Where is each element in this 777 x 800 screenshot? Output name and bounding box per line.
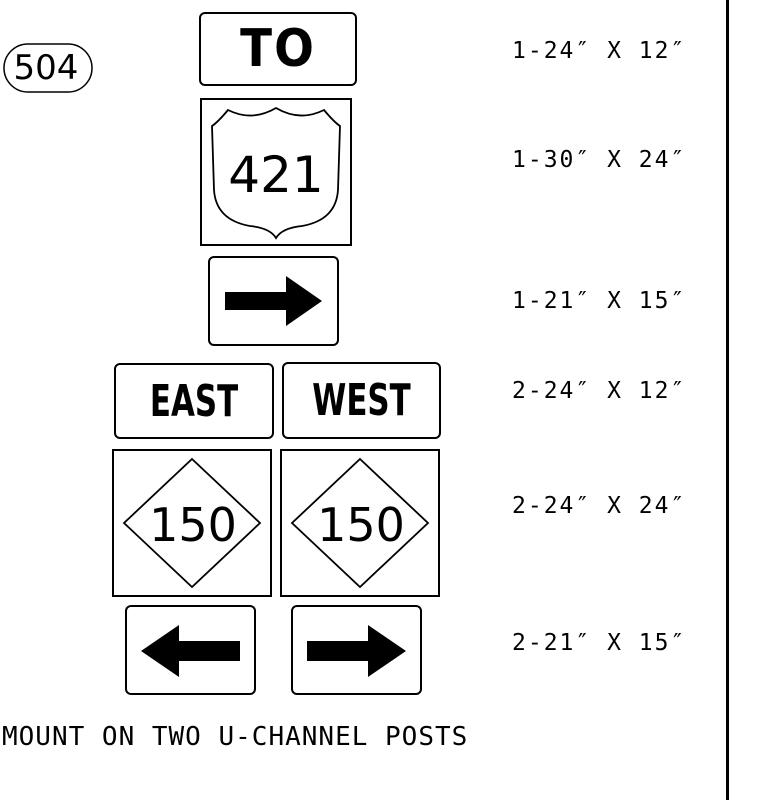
right-arrow-sign	[291, 605, 422, 695]
east-plaque-text: EAST	[149, 375, 239, 427]
size-label-direction-plaques: 2-24″ X 12″	[512, 378, 687, 404]
nc-route-marker-right: 150	[280, 449, 440, 597]
west-plaque-text: WEST	[312, 375, 411, 426]
arrow-right-icon	[307, 625, 406, 677]
arrow-left-icon	[141, 625, 240, 677]
left-arrow-sign	[125, 605, 256, 695]
nc-route-marker-left: 150	[112, 449, 272, 597]
size-label-to-plaque: 1-24″ X 12″	[512, 38, 687, 64]
us-route-shield-sign: 421	[200, 98, 352, 246]
size-label-nc-markers: 2-24″ X 24″	[512, 493, 687, 519]
size-label-single-arrow: 1-21″ X 15″	[512, 288, 687, 314]
us-shield-icon: 421	[211, 106, 341, 240]
west-plaque-sign: WEST	[282, 362, 441, 439]
to-plaque-sign: TO	[199, 12, 357, 86]
mounting-note: MOUNT ON TWO U-CHANNEL POSTS	[2, 722, 469, 752]
east-plaque-sign: EAST	[114, 363, 274, 439]
nc-marker-left-route-number: 150	[149, 498, 237, 552]
us-shield-route-number: 421	[228, 146, 323, 204]
nc-marker-right-route-number: 150	[317, 498, 405, 552]
single-arrow-sign	[208, 256, 339, 346]
diamond-icon: 150	[290, 457, 430, 589]
size-label-arrows: 2-21″ X 15″	[512, 630, 687, 656]
size-label-us-shield: 1-30″ X 24″	[512, 147, 687, 173]
callout-number: 504	[13, 48, 79, 88]
diamond-icon: 150	[122, 457, 262, 589]
to-plaque-text: TO	[240, 19, 316, 79]
assembly-callout: 504	[0, 40, 95, 96]
arrow-right-icon	[225, 276, 322, 326]
sheet-border-line	[726, 0, 729, 800]
